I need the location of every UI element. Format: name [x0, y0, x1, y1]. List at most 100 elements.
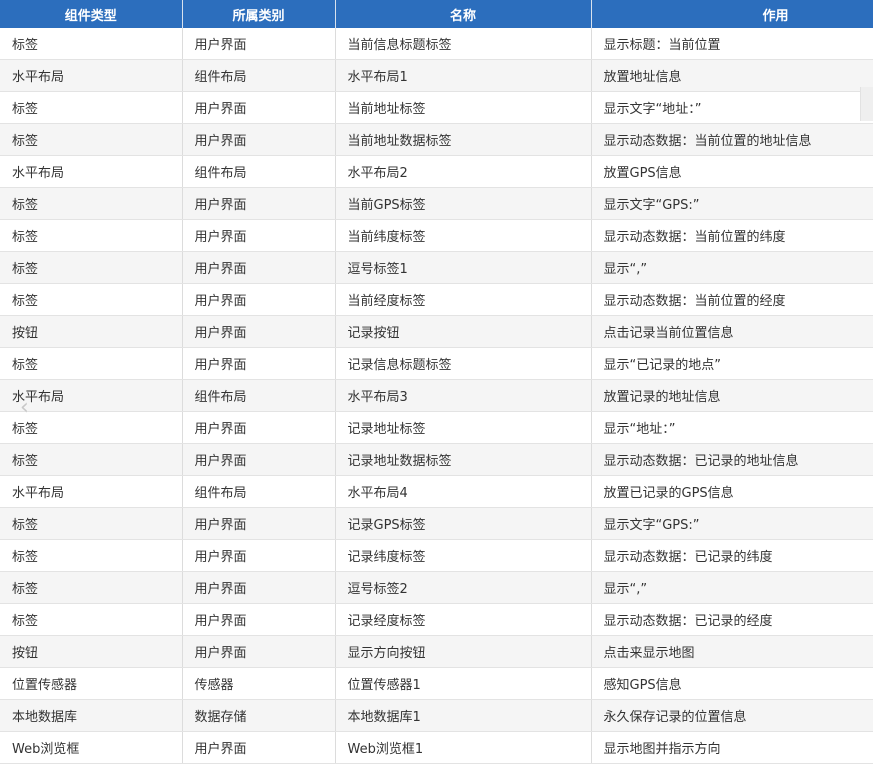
cell-component-type: 标签 — [0, 507, 183, 540]
cell-category: 用户界面 — [182, 315, 336, 348]
cell-purpose: 显示“已记录的地点” — [591, 347, 873, 380]
cell-component-type: 按钮 — [0, 315, 183, 348]
cell-category: 数据存储 — [182, 699, 336, 732]
cell-component-type: 标签 — [0, 539, 183, 572]
header-purpose: 作用 — [591, 0, 873, 28]
cell-purpose: 放置GPS信息 — [591, 155, 873, 188]
cell-purpose: 放置已记录的GPS信息 — [591, 475, 873, 508]
table-row: 水平布局 组件布局 水平布局1 放置地址信息 — [0, 59, 873, 92]
cell-component-type: 标签 — [0, 283, 183, 316]
table-header: 组件类型 所属类别 名称 作用 — [0, 0, 873, 28]
cell-purpose: 显示“,” — [591, 251, 873, 284]
cell-purpose: 点击记录当前位置信息 — [591, 315, 873, 348]
table-row: 标签 用户界面 当前纬度标签 显示动态数据：当前位置的纬度 — [0, 219, 873, 252]
cell-component-type: 标签 — [0, 123, 183, 156]
cell-name: 记录地址标签 — [335, 411, 592, 444]
table-row: 标签 用户界面 记录经度标签 显示动态数据：已记录的经度 — [0, 603, 873, 636]
cell-category: 用户界面 — [182, 28, 336, 60]
cell-component-type: 本地数据库 — [0, 699, 183, 732]
cell-purpose: 显示动态数据：当前位置的地址信息 — [591, 123, 873, 156]
cell-category: 用户界面 — [182, 539, 336, 572]
cell-category: 用户界面 — [182, 507, 336, 540]
table-row: 标签 用户界面 当前地址标签 显示文字“地址：” — [0, 91, 873, 124]
table-row: 标签 用户界面 当前GPS标签 显示文字“GPS:” — [0, 187, 873, 220]
cell-name: 记录GPS标签 — [335, 507, 592, 540]
cell-name: 当前纬度标签 — [335, 219, 592, 252]
table-row: 标签 用户界面 记录纬度标签 显示动态数据：已记录的纬度 — [0, 539, 873, 572]
cell-purpose: 显示“地址：” — [591, 411, 873, 444]
cell-purpose: 显示地图并指示方向 — [591, 731, 873, 764]
cell-name: 水平布局2 — [335, 155, 592, 188]
cell-component-type: 标签 — [0, 251, 183, 284]
cell-category: 用户界面 — [182, 283, 336, 316]
table-row: 本地数据库 数据存储 本地数据库1 永久保存记录的位置信息 — [0, 699, 873, 732]
table-row: 标签 用户界面 逗号标签2 显示“,” — [0, 571, 873, 604]
cell-category: 用户界面 — [182, 571, 336, 604]
cell-purpose: 显示“,” — [591, 571, 873, 604]
cell-category: 用户界面 — [182, 251, 336, 284]
cell-component-type: 标签 — [0, 571, 183, 604]
header-category: 所属类别 — [182, 0, 336, 28]
cell-purpose: 点击来显示地图 — [591, 635, 873, 668]
cell-component-type: 标签 — [0, 443, 183, 476]
cell-category: 用户界面 — [182, 219, 336, 252]
cell-name: 显示方向按钮 — [335, 635, 592, 668]
cell-name: 记录地址数据标签 — [335, 443, 592, 476]
cell-name: 记录信息标题标签 — [335, 347, 592, 380]
cell-category: 用户界面 — [182, 187, 336, 220]
cell-name: 位置传感器1 — [335, 667, 592, 700]
cell-component-type: 水平布局 — [0, 59, 183, 92]
cell-name: 记录经度标签 — [335, 603, 592, 636]
cell-component-type: 水平布局 — [0, 475, 183, 508]
cell-category: 用户界面 — [182, 731, 336, 764]
cell-component-type: 位置传感器 — [0, 667, 183, 700]
cell-name: 记录按钮 — [335, 315, 592, 348]
table-row: 水平布局 组件布局 水平布局4 放置已记录的GPS信息 — [0, 475, 873, 508]
cell-component-type: 标签 — [0, 91, 183, 124]
cell-purpose: 显示动态数据：已记录的纬度 — [591, 539, 873, 572]
table-row: 水平布局 组件布局 水平布局2 放置GPS信息 — [0, 155, 873, 188]
table-row: 标签 用户界面 记录信息标题标签 显示“已记录的地点” — [0, 347, 873, 380]
cell-component-type: 水平布局 — [0, 155, 183, 188]
cell-category: 用户界面 — [182, 123, 336, 156]
cell-purpose: 显示文字“地址：” — [591, 91, 873, 124]
table-row: Web浏览框 用户界面 Web浏览框1 显示地图并指示方向 — [0, 731, 873, 764]
component-table: 组件类型 所属类别 名称 作用 标签 用户界面 当前信息标题标签 显示标题：当前位置水… — [0, 0, 873, 764]
cell-component-type: Web浏览框 — [0, 731, 183, 764]
cell-name: 水平布局1 — [335, 59, 592, 92]
horizontal-scroll-handle[interactable] — [860, 87, 873, 121]
cell-name: 水平布局4 — [335, 475, 592, 508]
cell-category: 组件布局 — [182, 155, 336, 188]
cell-name: 水平布局3 — [335, 379, 592, 412]
cell-purpose: 显示动态数据：已记录的经度 — [591, 603, 873, 636]
cell-component-type: 标签 — [0, 219, 183, 252]
page: 组件类型 所属类别 名称 作用 标签 用户界面 当前信息标题标签 显示标题：当前位置水… — [0, 0, 873, 768]
table-row: 按钮 用户界面 记录按钮 点击记录当前位置信息 — [0, 315, 873, 348]
cell-purpose: 显示动态数据：当前位置的纬度 — [591, 219, 873, 252]
table-row: 标签 用户界面 记录GPS标签 显示文字“GPS:” — [0, 507, 873, 540]
table-body: 标签 用户界面 当前信息标题标签 显示标题：当前位置 水平布局 组件布局 水平布局1 放置地址… — [0, 28, 873, 764]
cell-category: 用户界面 — [182, 603, 336, 636]
table-row: 按钮 用户界面 显示方向按钮 点击来显示地图 — [0, 635, 873, 668]
cell-component-type: 标签 — [0, 347, 183, 380]
chevron-left-icon[interactable]: ‹ — [20, 396, 44, 420]
cell-name: 逗号标签1 — [335, 251, 592, 284]
cell-purpose: 显示标题：当前位置 — [591, 28, 873, 60]
cell-category: 用户界面 — [182, 411, 336, 444]
cell-category: 组件布局 — [182, 475, 336, 508]
header-row: 组件类型 所属类别 名称 作用 — [0, 0, 873, 28]
table-row: 位置传感器 传感器 位置传感器1 感知GPS信息 — [0, 667, 873, 700]
cell-name: Web浏览框1 — [335, 731, 592, 764]
header-component-type: 组件类型 — [0, 0, 183, 28]
cell-purpose: 显示文字“GPS:” — [591, 187, 873, 220]
cell-purpose: 显示动态数据：当前位置的经度 — [591, 283, 873, 316]
cell-component-type: 按钮 — [0, 635, 183, 668]
cell-component-type: 标签 — [0, 187, 183, 220]
cell-category: 用户界面 — [182, 443, 336, 476]
cell-category: 用户界面 — [182, 91, 336, 124]
cell-component-type: 标签 — [0, 28, 183, 60]
cell-name: 逗号标签2 — [335, 571, 592, 604]
cell-category: 用户界面 — [182, 347, 336, 380]
cell-name: 当前地址标签 — [335, 91, 592, 124]
table-row: 标签 用户界面 当前信息标题标签 显示标题：当前位置 — [0, 28, 873, 60]
